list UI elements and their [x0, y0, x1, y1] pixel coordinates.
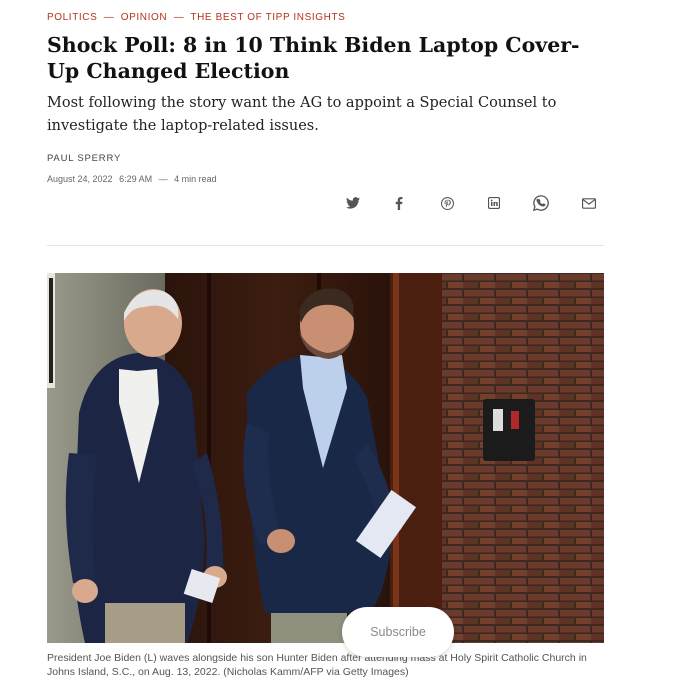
email-icon[interactable] [578, 192, 600, 214]
breadcrumb: POLITICS — OPINION — THE BEST OF TIPP IN… [47, 12, 345, 23]
twitter-icon[interactable] [342, 192, 364, 214]
subscribe-button[interactable]: Subscribe [342, 607, 454, 657]
whatsapp-icon[interactable] [530, 192, 552, 214]
divider [47, 245, 604, 246]
article-meta: August 24, 2022 6:29 AM — 4 min read [47, 174, 217, 184]
breadcrumb-separator: — [173, 12, 185, 23]
article-subtitle: Most following the story want the AG to … [47, 95, 557, 134]
breadcrumb-separator: — [103, 12, 115, 23]
share-bar [342, 192, 604, 214]
author-name[interactable]: PAUL SPERRY [47, 153, 121, 164]
section-opinion-link[interactable]: OPINION [121, 12, 167, 23]
linkedin-icon[interactable] [483, 192, 505, 214]
read-time: 4 min read [174, 174, 217, 184]
section-tipp-insights-link[interactable]: THE BEST OF TIPP INSIGHTS [190, 12, 345, 23]
pinterest-icon[interactable] [436, 192, 458, 214]
facebook-icon[interactable] [388, 192, 410, 214]
publish-time: 6:29 AM [119, 174, 153, 184]
section-politics-link[interactable]: POLITICS [47, 12, 97, 23]
meta-separator: — [158, 174, 168, 184]
hero-photo [47, 273, 604, 643]
photo-caption: President Joe Biden (L) waves alongside … [47, 652, 587, 678]
page-title: Shock Poll: 8 in 10 Think Biden Laptop C… [47, 33, 580, 83]
publish-date: August 24, 2022 [47, 174, 113, 184]
